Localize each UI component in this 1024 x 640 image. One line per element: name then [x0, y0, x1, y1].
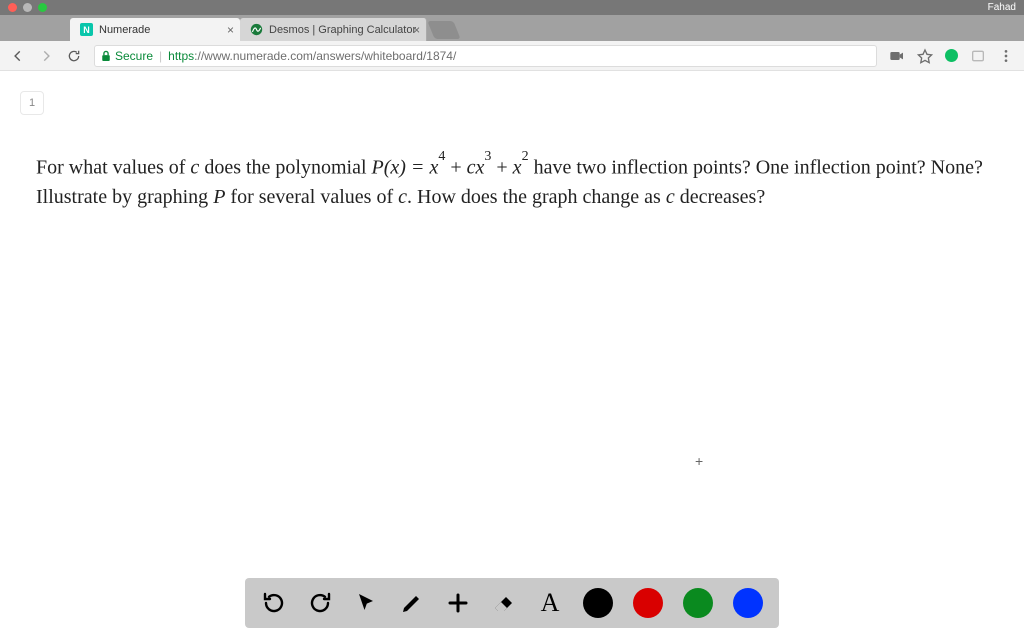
profile-name[interactable]: Fahad [988, 2, 1016, 13]
lock-icon [101, 50, 111, 62]
toolbar-right [889, 48, 1014, 64]
add-tool[interactable] [445, 590, 471, 616]
reload-button[interactable] [66, 48, 82, 64]
page-content: 1 For what values of c does the polynomi… [0, 71, 1024, 640]
question-text: For what values of c does the polynomial… [0, 71, 1024, 212]
pointer-tool[interactable] [353, 590, 379, 616]
text-tool[interactable]: A [537, 590, 563, 616]
address-field[interactable]: Secure | https://www.numerade.com/answer… [94, 45, 877, 67]
back-button[interactable] [10, 48, 26, 64]
eraser-tool[interactable] [491, 590, 517, 616]
pencil-tool[interactable] [399, 590, 425, 616]
extension-icon[interactable] [945, 49, 958, 62]
numerade-favicon: N [80, 23, 93, 36]
secure-label: Secure [115, 49, 153, 63]
forward-button[interactable] [38, 48, 54, 64]
browser-tab-strip: N Numerade × Desmos | Graphing Calculato… [0, 15, 1024, 41]
maximize-window-button[interactable] [38, 3, 47, 12]
close-tab-icon[interactable]: × [413, 23, 420, 37]
undo-button[interactable] [261, 590, 287, 616]
color-red[interactable] [633, 588, 663, 618]
tab-label: Numerade [99, 24, 150, 36]
url-text: https://www.numerade.com/answers/whitebo… [168, 49, 456, 63]
menu-icon[interactable] [998, 48, 1014, 64]
desmos-favicon [250, 23, 263, 36]
close-tab-icon[interactable]: × [227, 23, 234, 37]
redo-button[interactable] [307, 590, 333, 616]
extension-box-icon[interactable] [970, 48, 986, 64]
tab-numerade[interactable]: N Numerade × [70, 18, 240, 41]
new-tab-button[interactable] [428, 21, 461, 39]
whiteboard-toolbar: A [245, 578, 779, 628]
minimize-window-button[interactable] [23, 3, 32, 12]
camera-icon[interactable] [889, 48, 905, 64]
secure-badge: Secure [101, 49, 153, 63]
star-icon[interactable] [917, 48, 933, 64]
add-element-icon[interactable]: + [695, 453, 703, 469]
color-green[interactable] [683, 588, 713, 618]
close-window-button[interactable] [8, 3, 17, 12]
macos-titlebar: Fahad [0, 0, 1024, 15]
tab-desmos[interactable]: Desmos | Graphing Calculator × [240, 18, 427, 41]
browser-toolbar: Secure | https://www.numerade.com/answer… [0, 41, 1024, 71]
slide-number[interactable]: 1 [20, 91, 44, 115]
window-controls [8, 3, 47, 12]
color-blue[interactable] [733, 588, 763, 618]
tab-label: Desmos | Graphing Calculator [269, 24, 416, 36]
color-black[interactable] [583, 588, 613, 618]
